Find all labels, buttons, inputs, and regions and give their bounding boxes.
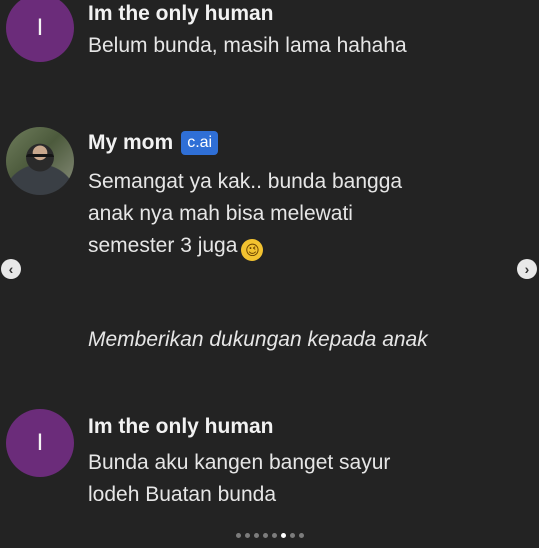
carousel-dot[interactable] (271, 533, 277, 538)
sender-name: Im the only human (88, 2, 274, 25)
message-text: Belum bunda, masih lama hahaha (88, 34, 407, 57)
message-line: Bunda aku kangen banget sayur (88, 451, 391, 474)
carousel-dot[interactable] (253, 533, 259, 538)
sender-name: Im the only human (88, 415, 274, 438)
glasses-shape (26, 154, 54, 163)
message-line: Semangat ya kak.. bunda bangga (88, 170, 403, 193)
character-avatar (6, 127, 74, 195)
caption-text: Memberikan dukungan kepada anak (88, 328, 428, 351)
message-line: lodeh Buatan bunda (88, 483, 277, 506)
avatar-letter: I (36, 14, 44, 41)
message-text: Bunda aku kangen banget sayur lodeh Buat… (88, 447, 519, 511)
carousel-dot[interactable] (280, 533, 286, 538)
message-line-with-emoji: semester 3 juga 😉 (88, 230, 519, 262)
carousel-dot[interactable] (262, 533, 268, 538)
avatar-letter: I (36, 429, 44, 456)
carousel-dot[interactable] (235, 533, 241, 538)
message-line: anak nya mah bisa melewati (88, 202, 353, 225)
carousel-dot[interactable] (298, 533, 304, 538)
sender-name: My mom (88, 131, 174, 154)
wink-emoji-icon: 😉 (241, 239, 264, 261)
chevron-left-icon: ‹ (8, 261, 14, 277)
next-slide-button[interactable]: › (517, 259, 537, 279)
message-line: semester 3 juga (88, 234, 238, 257)
carousel-dot[interactable] (289, 533, 295, 538)
carousel-dot[interactable] (244, 533, 250, 538)
previous-slide-button[interactable]: ‹ (1, 259, 21, 279)
user-avatar: I (6, 409, 74, 477)
message-text: Semangat ya kak.. bunda bangga anak nya … (88, 166, 519, 262)
character-ai-badge: c.ai (181, 131, 219, 155)
chevron-right-icon: › (524, 261, 530, 277)
carousel-indicator (0, 533, 539, 538)
user-avatar: I (6, 0, 74, 62)
